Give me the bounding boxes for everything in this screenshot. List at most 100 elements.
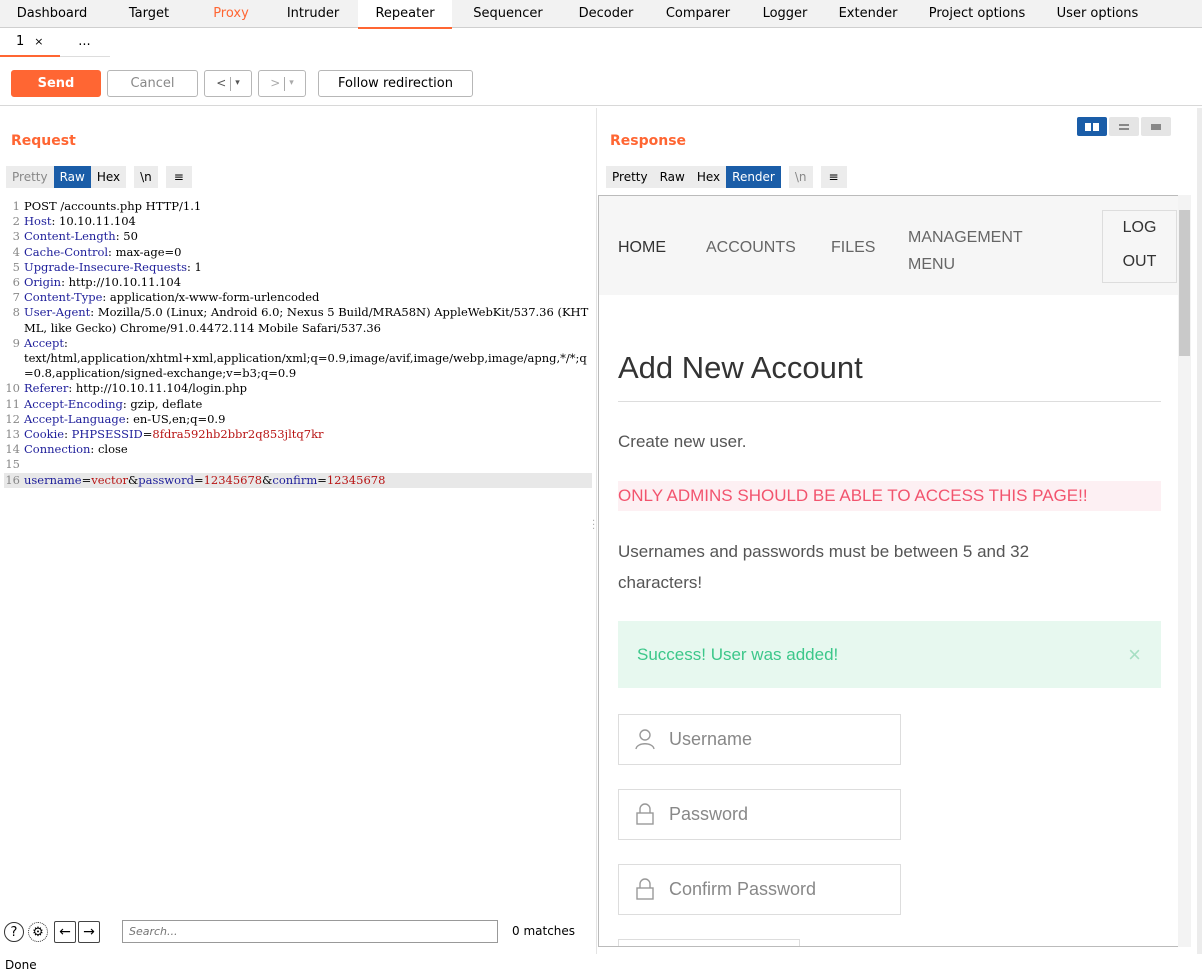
line-text: Cache-Control: max-age=0 xyxy=(24,245,592,260)
header-value: POST /accounts.php HTTP/1.1 xyxy=(24,199,202,213)
tab-decoder[interactable]: Decoder xyxy=(564,0,648,28)
search-input[interactable] xyxy=(122,920,498,943)
response-tab-pretty[interactable]: Pretty xyxy=(606,166,654,188)
request-view-tabs: Pretty Raw Hex \n ≡ xyxy=(6,166,192,188)
tab-sequencer[interactable]: Sequencer xyxy=(452,0,564,28)
logout-button[interactable]: LOG OUT xyxy=(1102,210,1177,283)
new-tab-button[interactable]: ... xyxy=(59,29,110,57)
repeater-tab-bar: 1 × ... xyxy=(0,29,1202,57)
tab-comparer[interactable]: Comparer xyxy=(648,0,748,28)
line-number: 12 xyxy=(5,411,20,426)
request-tab-hex[interactable]: Hex xyxy=(90,166,127,188)
close-icon[interactable]: × xyxy=(1128,621,1141,688)
nav-management-menu-link[interactable]: MANAGEMENT MENU xyxy=(908,224,1023,278)
heading-divider xyxy=(618,401,1161,402)
header-value: http://10.10.11.104 xyxy=(64,275,182,290)
param-value: 12345678 xyxy=(326,472,386,487)
stacked-layout-icon[interactable] xyxy=(1109,117,1139,136)
tab-logger[interactable]: Logger xyxy=(748,0,822,28)
request-editor[interactable]: 1 POST /accounts.php HTTP/1.1 2 Host: 10.10… xyxy=(4,199,592,488)
nav-home-link[interactable]: HOME xyxy=(618,239,666,257)
separator xyxy=(230,76,232,91)
response-tab-render[interactable]: Render xyxy=(726,166,781,188)
line-number: 14 xyxy=(5,442,20,457)
request-line: 3 Content-Length: 50 xyxy=(4,229,592,244)
tab-intruder[interactable]: Intruder xyxy=(268,0,358,28)
tabbed-layout-icon[interactable] xyxy=(1141,117,1171,136)
password-placeholder: Password xyxy=(669,804,749,824)
panel-splitter[interactable] xyxy=(596,108,597,954)
confirm-password-placeholder: Confirm Password xyxy=(669,879,817,899)
header-value: Mozilla/5.0 (Linux; Android 6.0; Nexus 5… xyxy=(24,305,589,335)
splitter-handle-icon[interactable]: · · · xyxy=(592,517,595,535)
request-tab-raw[interactable]: Raw xyxy=(53,166,91,188)
tab-dashboard[interactable]: Dashboard xyxy=(0,0,104,28)
line-number: 7 xyxy=(12,290,20,305)
back-button[interactable]: < ▾ xyxy=(204,70,252,97)
confirm-password-input[interactable]: Confirm Password xyxy=(618,864,901,915)
header-name: Referer xyxy=(24,381,69,396)
separator xyxy=(284,76,286,91)
response-menu-icon[interactable]: ≡ xyxy=(820,166,847,188)
header-value: 10.10.11.104 xyxy=(55,214,136,229)
line-text: User-Agent: Mozilla/5.0 (Linux; Android … xyxy=(24,305,592,335)
admin-warning: ONLY ADMINS SHOULD BE ABLE TO ACCESS THI… xyxy=(618,481,1161,511)
logout-label-2: OUT xyxy=(1122,253,1157,270)
gear-icon[interactable]: ⚙ xyxy=(28,922,48,942)
response-view-tabs: Pretty Raw Hex Render \n ≡ xyxy=(606,166,847,188)
line-text: Referer: http://10.10.11.104/login.php xyxy=(24,381,592,396)
next-match-icon[interactable]: → xyxy=(78,921,100,943)
request-line: 13 Cookie: PHPSESSID=8fdra592hb2bbr2q853j… xyxy=(4,427,592,442)
help-icon[interactable]: ? xyxy=(4,922,24,942)
tab-project-options[interactable]: Project options xyxy=(914,0,1040,28)
request-tab-pretty[interactable]: Pretty xyxy=(6,166,54,188)
param-eq: = xyxy=(193,472,204,487)
tab-extender[interactable]: Extender xyxy=(822,0,914,28)
line-text: username=vector&password=12345678&confir… xyxy=(24,473,592,488)
window-edge xyxy=(1197,108,1202,954)
line-number: 15 xyxy=(5,457,20,472)
follow-redirection-button[interactable]: Follow redirection xyxy=(318,70,473,97)
side-by-side-layout-icon[interactable] xyxy=(1077,117,1107,136)
header-value: max-age=0 xyxy=(111,244,182,259)
line-text: Origin: http://10.10.11.104 xyxy=(24,275,592,290)
response-tab-raw[interactable]: Raw xyxy=(653,166,691,188)
request-menu-icon[interactable]: ≡ xyxy=(165,166,192,188)
tab-target[interactable]: Target xyxy=(104,0,194,28)
toolbar-divider xyxy=(0,105,1202,106)
previous-match-icon[interactable]: ← xyxy=(54,921,76,943)
cancel-button[interactable]: Cancel xyxy=(107,70,198,97)
username-input[interactable]: Username xyxy=(618,714,901,765)
nav-files-link[interactable]: FILES xyxy=(831,239,875,257)
param-separator: & xyxy=(262,472,273,487)
repeater-tab-1[interactable]: 1 × xyxy=(0,29,60,57)
tab-proxy[interactable]: Proxy xyxy=(194,0,268,28)
search-bar: ? ⚙ ← → 0 matches xyxy=(0,918,594,946)
send-button[interactable]: Send xyxy=(11,70,101,97)
header-value: http://10.10.11.104/login.php xyxy=(72,381,248,396)
submit-button[interactable] xyxy=(618,939,800,946)
header-name: Cache-Control xyxy=(24,244,109,259)
tab-user-options[interactable]: User options xyxy=(1040,0,1155,28)
tab-repeater[interactable]: Repeater xyxy=(358,0,452,29)
close-icon[interactable]: × xyxy=(34,35,43,48)
nav-accounts-link[interactable]: ACCOUNTS xyxy=(706,239,796,257)
line-number: 1 xyxy=(12,199,20,213)
success-alert: Success! User was added! × xyxy=(618,621,1161,688)
response-newline-toggle[interactable]: \n xyxy=(788,166,813,188)
response-tab-hex[interactable]: Hex xyxy=(690,166,727,188)
param-eq: = xyxy=(317,472,327,487)
render-scrollbar-thumb[interactable] xyxy=(1179,210,1190,356)
request-title: Request xyxy=(11,133,76,149)
request-line: 1 POST /accounts.php HTTP/1.1 xyxy=(4,199,592,214)
response-title: Response xyxy=(610,133,687,149)
forward-button[interactable]: > ▾ xyxy=(258,70,306,97)
line-number: 11 xyxy=(5,396,20,411)
header-name: Content-Type xyxy=(24,290,103,305)
user-icon xyxy=(635,729,655,750)
param-value: 12345678 xyxy=(203,472,263,487)
password-input[interactable]: Password xyxy=(618,789,901,840)
header-value: gzip, deflate xyxy=(126,396,203,411)
request-newline-toggle[interactable]: \n xyxy=(134,166,158,188)
toolbar: Send Cancel < ▾ > ▾ Follow redirection xyxy=(0,70,1202,98)
